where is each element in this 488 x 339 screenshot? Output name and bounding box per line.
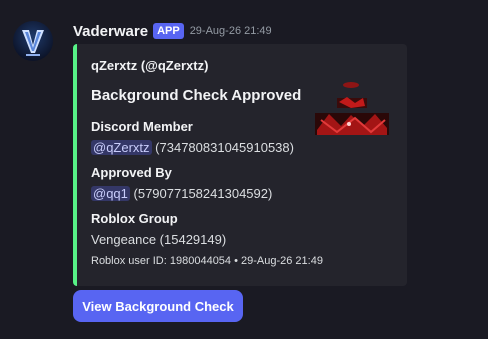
red-dragon-image bbox=[315, 80, 389, 135]
field-roblox-group: Roblox Group Vengeance (15429149) bbox=[91, 210, 226, 248]
field-name: Approved By bbox=[91, 165, 172, 180]
field-value: Vengeance (15429149) bbox=[91, 232, 227, 247]
avatar[interactable] bbox=[13, 21, 53, 61]
user-mention[interactable]: @qq1 bbox=[91, 186, 130, 201]
embed-footer: Roblox user ID: 1980044054 • 29-Aug-26 2… bbox=[91, 255, 323, 267]
vaderware-v-logo-icon bbox=[22, 30, 44, 56]
timestamp: 29-Aug-26 21:49 bbox=[189, 25, 272, 37]
bot-message: Vaderware APP 29-Aug-26 21:49 qZerxtz (@… bbox=[0, 0, 488, 339]
user-mention[interactable]: @qZerxtz bbox=[91, 140, 152, 155]
field-name: Discord Member bbox=[91, 119, 193, 134]
field-name: Roblox Group bbox=[91, 211, 178, 226]
field-approved-by: Approved By @qq1 (579077158241304592) bbox=[91, 164, 272, 202]
field-discord-member: Discord Member @qZerxtz (734780831045910… bbox=[91, 118, 294, 156]
message-header: Vaderware APP 29-Aug-26 21:49 bbox=[73, 21, 272, 41]
username[interactable]: Vaderware bbox=[73, 23, 148, 40]
app-badge: APP bbox=[153, 23, 184, 39]
view-background-check-button[interactable]: View Background Check bbox=[73, 290, 243, 322]
field-value: @qZerxtz (734780831045910538) bbox=[91, 139, 294, 156]
embed-thumbnail[interactable] bbox=[311, 80, 391, 136]
embed-title: Background Check Approved bbox=[91, 87, 302, 104]
embed-author: qZerxtz (@qZerxtz) bbox=[91, 58, 209, 73]
field-value: @qq1 (579077158241304592) bbox=[91, 185, 272, 202]
user-id: (579077158241304592) bbox=[133, 186, 273, 201]
user-id: (734780831045910538) bbox=[155, 140, 294, 155]
embed-card: qZerxtz (@qZerxtz) Background Check Appr… bbox=[73, 44, 407, 286]
